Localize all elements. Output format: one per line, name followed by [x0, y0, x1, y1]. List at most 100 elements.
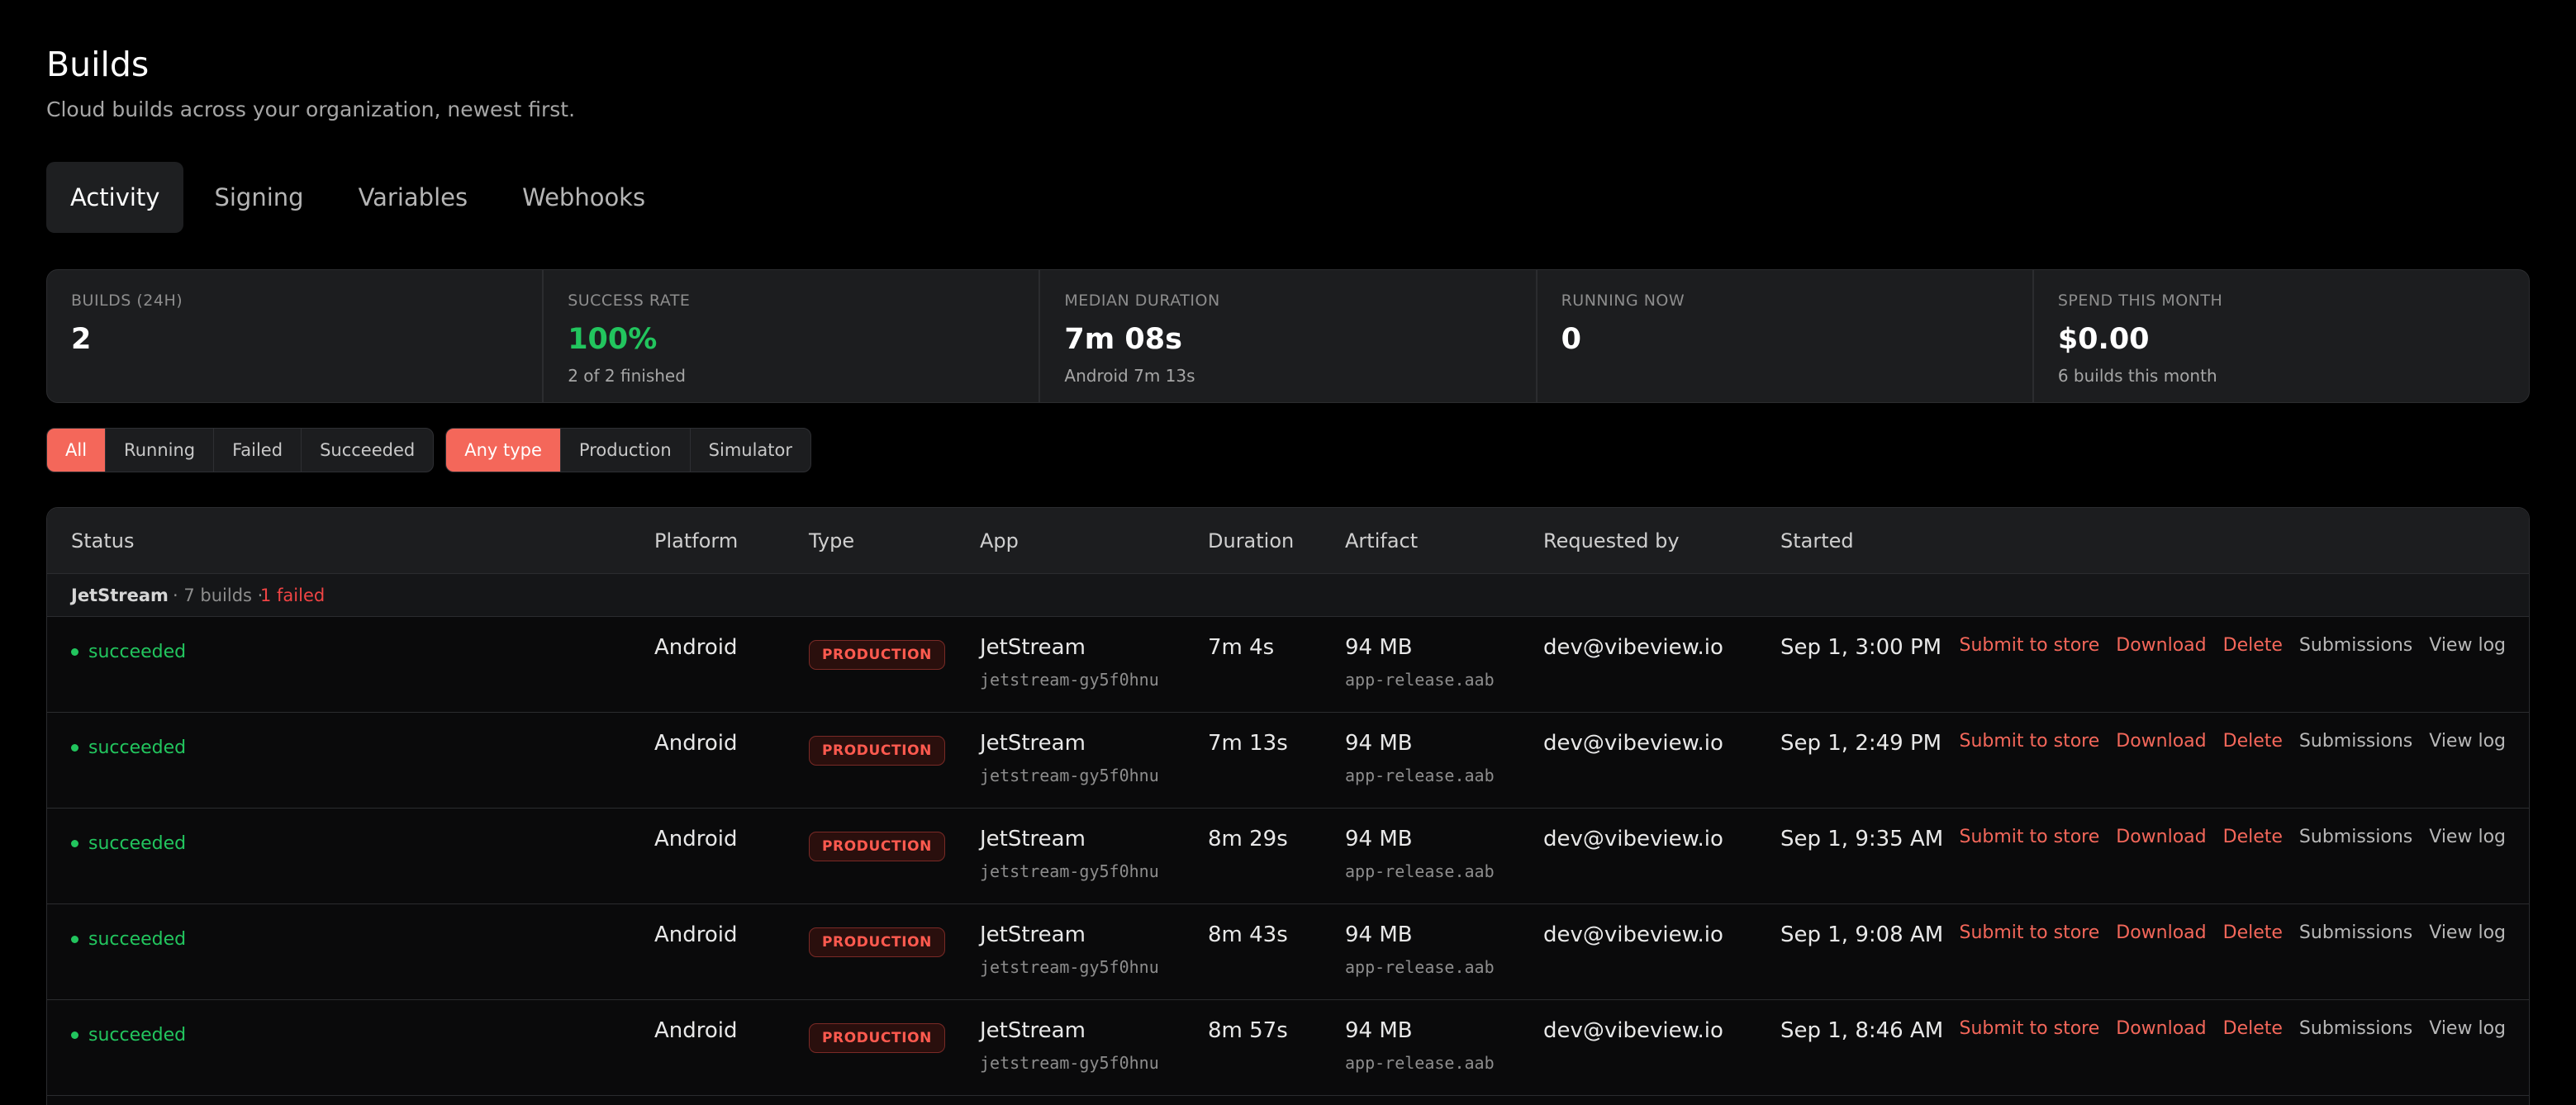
download-link[interactable]: Download: [2116, 1018, 2206, 1039]
app-id: jetstream-gy5f0hnu: [980, 861, 1159, 881]
filter-any-type[interactable]: Any type: [446, 429, 561, 472]
requested-by-cell: dev@vibeview.io: [1543, 731, 1723, 756]
tab-activity[interactable]: Activity: [46, 162, 184, 233]
submissions-link[interactable]: Submissions: [2299, 922, 2412, 943]
artifact-size: 94 MB: [1345, 635, 1413, 660]
submit-to-store-link[interactable]: Submit to store: [1960, 922, 2100, 943]
download-link[interactable]: Download: [2116, 922, 2206, 943]
stat-value: 0: [1561, 323, 1581, 356]
stat-success-rate: SUCCESS RATE 100% 2 of 2 finished: [544, 270, 1041, 402]
stat-sub: 2 of 2 finished: [568, 366, 686, 386]
stat-value: 2: [71, 323, 92, 356]
table-row[interactable]: succeeded Android PRODUCTION JetStream j…: [47, 713, 2529, 809]
status-filter-group: All Running Failed Succeeded: [46, 428, 435, 472]
tab-bar: Activity Signing Variables Webhooks: [46, 162, 676, 233]
tab-signing[interactable]: Signing: [190, 162, 327, 233]
table-row[interactable]: succeeded Android PRODUCTION JetStream j…: [47, 904, 2529, 1000]
column-header-type[interactable]: Type: [809, 529, 854, 552]
status-dot-icon: [71, 744, 78, 752]
tab-variables[interactable]: Variables: [335, 162, 492, 233]
stat-label: BUILDS (24H): [71, 292, 183, 310]
column-header-status[interactable]: Status: [71, 529, 134, 552]
duration-cell: 8m 43s: [1208, 922, 1288, 947]
view-log-link[interactable]: View log: [2429, 1018, 2506, 1039]
submit-to-store-link[interactable]: Submit to store: [1960, 635, 2100, 656]
status-dot-icon: [71, 840, 78, 847]
stat-running-now: RUNNING NOW 0: [1538, 270, 2034, 402]
filter-all[interactable]: All: [47, 429, 107, 472]
app-id: jetstream-gy5f0hnu: [980, 957, 1159, 977]
view-log-link[interactable]: View log: [2429, 922, 2506, 943]
filter-failed[interactable]: Failed: [214, 429, 302, 472]
column-header-platform[interactable]: Platform: [654, 529, 738, 552]
platform-cell: Android: [654, 1018, 738, 1043]
type-badge: PRODUCTION: [809, 927, 945, 957]
started-cell: Sep 1, 9:35 AM: [1780, 827, 1944, 851]
tab-webhooks[interactable]: Webhooks: [498, 162, 669, 233]
delete-link[interactable]: Delete: [2223, 635, 2283, 656]
submit-to-store-link[interactable]: Submit to store: [1960, 1018, 2100, 1039]
delete-link[interactable]: Delete: [2223, 731, 2283, 752]
stat-sub: 6 builds this month: [2057, 366, 2217, 386]
view-log-link[interactable]: View log: [2429, 827, 2506, 847]
artifact-filename: app-release.aab: [1345, 861, 1495, 881]
page-subtitle: Cloud builds across your organization, n…: [46, 97, 576, 121]
platform-cell: Android: [654, 922, 738, 947]
download-link[interactable]: Download: [2116, 731, 2206, 752]
row-actions: Submit to store Download Delete Submissi…: [1960, 1018, 2507, 1039]
download-link[interactable]: Download: [2116, 827, 2206, 847]
type-badge: PRODUCTION: [809, 736, 945, 766]
submit-to-store-link[interactable]: Submit to store: [1960, 827, 2100, 847]
view-log-link[interactable]: View log: [2429, 635, 2506, 656]
app-name: JetStream: [980, 635, 1086, 660]
status-dot-icon: [71, 1031, 78, 1039]
filter-succeeded[interactable]: Succeeded: [302, 429, 433, 472]
filter-simulator[interactable]: Simulator: [691, 429, 810, 472]
submit-to-store-link[interactable]: Submit to store: [1960, 731, 2100, 752]
app-id: jetstream-gy5f0hnu: [980, 670, 1159, 690]
column-header-requested-by[interactable]: Requested by: [1543, 529, 1680, 552]
started-cell: Sep 1, 2:49 PM: [1780, 731, 1942, 756]
column-header-artifact[interactable]: Artifact: [1345, 529, 1418, 552]
delete-link[interactable]: Delete: [2223, 922, 2283, 943]
status-indicator: succeeded: [71, 737, 186, 758]
submissions-link[interactable]: Submissions: [2299, 731, 2412, 752]
table-row[interactable]: succeeded Android PRODUCTION JetStream j…: [47, 617, 2529, 713]
filter-production[interactable]: Production: [561, 429, 691, 472]
column-header-duration[interactable]: Duration: [1208, 529, 1294, 552]
delete-link[interactable]: Delete: [2223, 827, 2283, 847]
status-dot-icon: [71, 648, 78, 656]
started-cell: Sep 1, 9:08 AM: [1780, 922, 1944, 947]
table-row[interactable]: succeeded Android PRODUCTION JetStream j…: [47, 809, 2529, 904]
status-indicator: succeeded: [71, 929, 186, 950]
filter-running[interactable]: Running: [106, 429, 215, 472]
group-name: JetStream: [71, 586, 169, 605]
type-filter-group: Any type Production Simulator: [445, 428, 812, 472]
status-indicator: succeeded: [71, 1025, 186, 1046]
app-name: JetStream: [980, 731, 1086, 756]
status-dot-icon: [71, 936, 78, 943]
row-actions: Submit to store Download Delete Submissi…: [1960, 922, 2507, 943]
table-row[interactable]: succeeded Android PRODUCTION JetStream j…: [47, 1000, 2529, 1096]
status-text: succeeded: [88, 737, 187, 758]
builds-table: Status Platform Type App Duration Artifa…: [46, 507, 2530, 1105]
stat-value: $0.00: [2057, 323, 2150, 356]
status-text: succeeded: [88, 1025, 187, 1046]
view-log-link[interactable]: View log: [2429, 731, 2506, 752]
artifact-filename: app-release.aab: [1345, 1053, 1495, 1073]
started-cell: Sep 1, 8:46 AM: [1780, 1018, 1944, 1043]
app-id: jetstream-gy5f0hnu: [980, 1053, 1159, 1073]
column-header-started[interactable]: Started: [1780, 529, 1854, 552]
submissions-link[interactable]: Submissions: [2299, 827, 2412, 847]
platform-cell: Android: [654, 635, 738, 660]
group-build-count: · 7 builds ·: [173, 586, 264, 605]
download-link[interactable]: Download: [2116, 635, 2206, 656]
requested-by-cell: dev@vibeview.io: [1543, 922, 1723, 947]
column-header-app[interactable]: App: [980, 529, 1019, 552]
delete-link[interactable]: Delete: [2223, 1018, 2283, 1039]
submissions-link[interactable]: Submissions: [2299, 1018, 2412, 1039]
table-body: succeeded Android PRODUCTION JetStream j…: [47, 617, 2529, 1096]
app-id: jetstream-gy5f0hnu: [980, 766, 1159, 785]
group-header-jetstream[interactable]: JetStream · 7 builds · 1 failed: [47, 574, 2529, 617]
submissions-link[interactable]: Submissions: [2299, 635, 2412, 656]
